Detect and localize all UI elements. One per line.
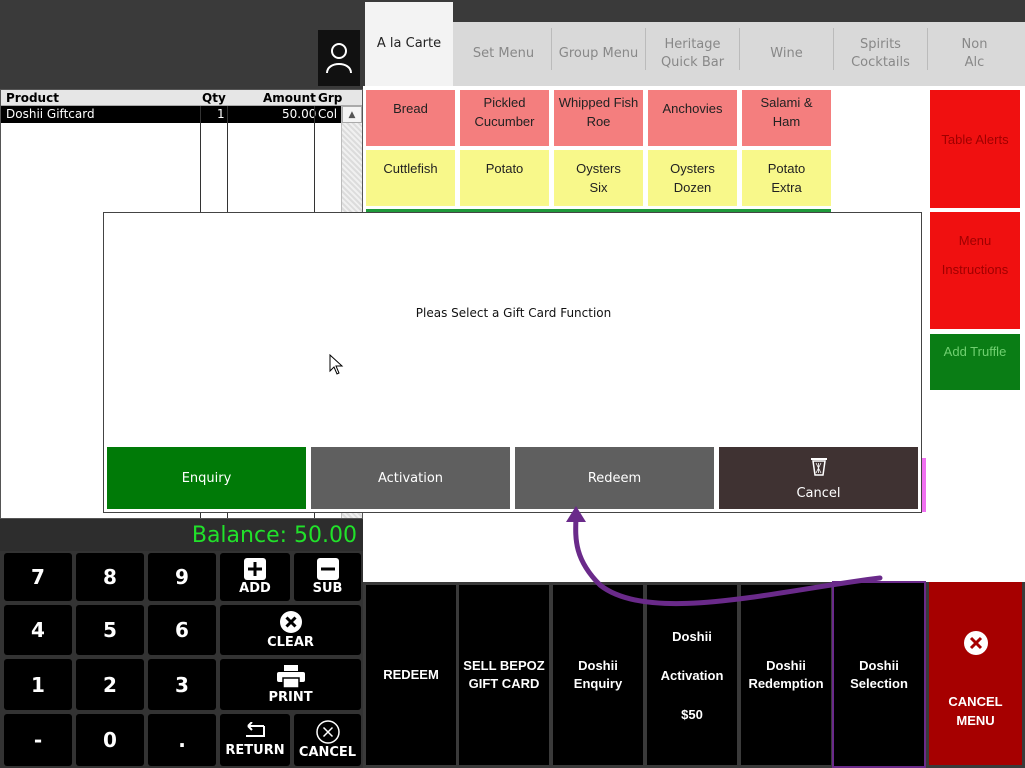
annotation-arrow <box>566 506 883 607</box>
